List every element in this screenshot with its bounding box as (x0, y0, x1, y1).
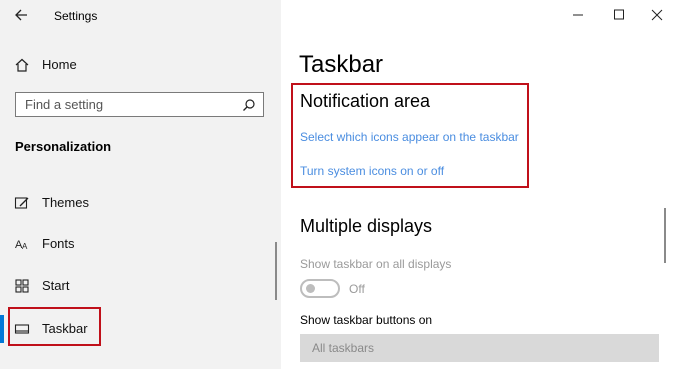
section-title: Personalization (15, 139, 112, 154)
sidebar-item-label: Themes (42, 195, 89, 210)
maximize-icon (614, 9, 624, 20)
sidebar-item-label: Fonts (42, 236, 75, 251)
sidebar: Settings Home Personalization Themes A A… (0, 0, 281, 369)
search-icon[interactable] (242, 98, 256, 112)
sidebar-item-themes[interactable]: Themes (0, 188, 281, 218)
main-panel: Taskbar Notification area Select which i… (281, 0, 680, 369)
taskbar-highlight-box (8, 307, 101, 346)
start-icon (15, 279, 29, 293)
system-icons-link[interactable]: Turn system icons on or off (300, 164, 444, 178)
show-on-all-displays-toggle[interactable] (300, 279, 340, 298)
app-title: Settings (54, 9, 98, 23)
page-title: Taskbar (299, 51, 384, 78)
sidebar-item-start[interactable]: Start (0, 271, 281, 301)
close-button[interactable] (648, 4, 666, 24)
select-value: All taskbars (312, 341, 375, 355)
taskbar-buttons-on-select[interactable]: All taskbars (300, 334, 659, 362)
home-icon (15, 58, 29, 72)
show-on-all-displays-label: Show taskbar on all displays (300, 257, 452, 271)
toggle-knob (306, 284, 315, 293)
sidebar-item-home[interactable]: Home (0, 50, 281, 80)
fonts-icon: A A (15, 239, 28, 251)
maximize-button[interactable] (610, 4, 628, 24)
sidebar-item-fonts[interactable]: A A Fonts (0, 229, 281, 259)
minimize-button[interactable] (569, 4, 587, 24)
search-input[interactable] (16, 93, 231, 116)
select-icons-link[interactable]: Select which icons appear on the taskbar (300, 130, 519, 144)
notification-area-heading: Notification area (300, 91, 431, 111)
search-field[interactable] (15, 92, 264, 117)
multiple-displays-heading: Multiple displays (300, 216, 433, 236)
toggle-state-label: Off (349, 282, 365, 296)
minimize-icon (573, 14, 583, 16)
close-icon (651, 9, 663, 21)
back-arrow-icon (15, 9, 27, 21)
sidebar-item-label: Start (42, 278, 70, 293)
taskbar-buttons-on-label: Show taskbar buttons on (300, 313, 433, 327)
themes-icon (14, 197, 29, 209)
back-button[interactable] (11, 5, 33, 25)
main-scrollbar[interactable] (664, 208, 666, 263)
sidebar-scrollbar[interactable] (275, 242, 277, 300)
sidebar-item-label: Home (42, 57, 77, 72)
svg-text:A: A (22, 242, 28, 251)
